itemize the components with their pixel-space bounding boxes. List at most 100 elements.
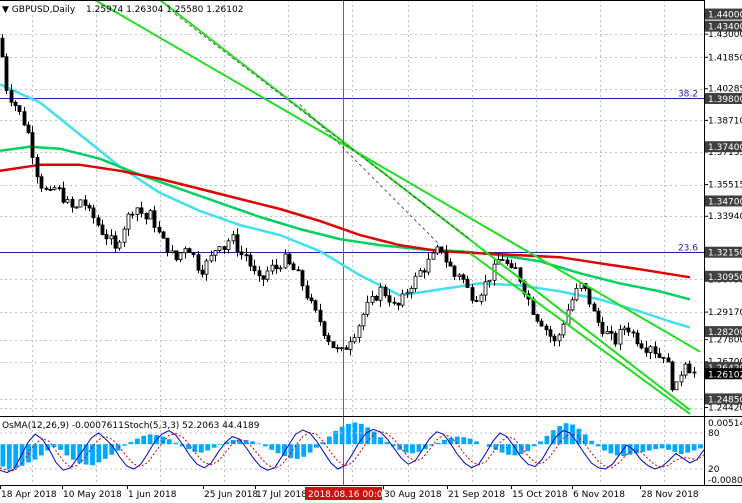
- candle-body: [231, 234, 236, 242]
- candle-body: [487, 279, 492, 283]
- osma-bar: [672, 444, 678, 452]
- osma-bar: [6, 444, 12, 470]
- time-tick-label: 17 Jul 2018: [256, 490, 307, 500]
- gbpusd-daily-chart[interactable]: 38.223.6 1.430001.418501.402851.387101.3…: [0, 0, 742, 503]
- osma-bar: [314, 444, 319, 448]
- candle-body: [605, 330, 610, 335]
- osma-bar: [678, 444, 684, 454]
- osma-bar: [410, 444, 415, 454]
- candle-body: [4, 56, 9, 91]
- candle-body: [122, 228, 127, 243]
- osma-bar: [166, 439, 172, 445]
- ohlc-readout: 1.25974 1.26304 1.25580 1.26102: [86, 5, 243, 15]
- candle-body: [644, 347, 649, 353]
- candle-body: [161, 231, 166, 239]
- candle-body: [370, 296, 375, 303]
- candle-body: [183, 248, 188, 254]
- osma-bar: [346, 423, 351, 445]
- candle-body: [157, 226, 162, 233]
- candle-body: [505, 259, 510, 265]
- candle-body: [679, 374, 684, 383]
- candle-body: [78, 199, 83, 208]
- candle-body: [257, 270, 262, 277]
- osma-bar: [77, 444, 83, 464]
- candle-body: [461, 274, 466, 280]
- osma-bar: [653, 444, 659, 450]
- osma-bar: [454, 436, 460, 445]
- osma-bar: [442, 440, 447, 445]
- price-level-text: 1.32150: [708, 249, 742, 259]
- osma-bar: [51, 444, 57, 447]
- candle: [161, 230, 166, 239]
- fib-level-label-1: 23.6: [678, 244, 698, 254]
- osma-bar: [563, 423, 569, 445]
- osma-readout: OsMA(12,26,9) -0.0007611: [2, 421, 124, 431]
- candle-body: [187, 248, 192, 253]
- osma-bar: [122, 444, 127, 446]
- stoch-axis-80: 80: [708, 429, 720, 439]
- candle-body: [666, 357, 671, 363]
- candle-body: [30, 132, 35, 158]
- candle-body: [261, 275, 266, 280]
- price-level-text: 1.37400: [708, 143, 742, 153]
- candle: [670, 360, 675, 392]
- candle-body: [552, 335, 557, 342]
- time-tick-label: 30 Aug 2018: [384, 490, 442, 500]
- candle-body: [117, 241, 122, 249]
- candle-body: [392, 301, 397, 304]
- osma-bar: [698, 444, 703, 449]
- candle-body: [235, 234, 240, 253]
- candle-body: [287, 253, 292, 265]
- candle: [287, 252, 292, 266]
- candle-body: [213, 250, 218, 256]
- candle-body: [383, 286, 388, 297]
- candle-body: [413, 275, 418, 289]
- osma-bar: [467, 438, 473, 445]
- osma-bar: [659, 444, 665, 449]
- candle-body: [104, 234, 109, 240]
- chart-window[interactable]: 38.2 23.6 1.43000 1.41850 1.40285 1.38710 1.3…: [0, 0, 742, 503]
- candle-body: [283, 253, 288, 269]
- candle-body: [365, 301, 370, 315]
- osma-bar: [614, 444, 620, 456]
- candle-body: [100, 224, 105, 235]
- candle-body: [57, 187, 62, 190]
- candle-body: [548, 329, 553, 337]
- osma-bar: [0, 444, 6, 467]
- price-level-text: 1.30950: [708, 273, 742, 283]
- osma-bar: [301, 444, 307, 457]
- osma-bar: [307, 444, 313, 453]
- stoch-readout: Stoch(5,3,3) 52.2063 44.4189: [124, 421, 260, 431]
- time-tick-label: 10 May 2018: [63, 490, 122, 500]
- candle-body: [657, 353, 662, 358]
- price-level-text: 1.24850: [708, 395, 742, 405]
- price-tick-label: 1.33940: [708, 212, 742, 222]
- osma-bar: [448, 437, 454, 445]
- candle-body: [574, 287, 579, 301]
- candle-body: [152, 210, 157, 228]
- osma-bar: [640, 444, 646, 452]
- candle-body: [439, 246, 444, 253]
- osma-axis-bottom: -0.00803: [708, 476, 742, 486]
- candle-body: [483, 281, 488, 296]
- candle-body: [396, 302, 401, 306]
- osma-bar: [474, 441, 479, 445]
- candle-body: [448, 261, 453, 267]
- candle-body: [22, 111, 27, 126]
- candle-body: [91, 207, 96, 219]
- osma-bar: [211, 444, 217, 448]
- candle-body: [48, 189, 53, 191]
- candle-body: [600, 321, 605, 335]
- candle-body: [44, 187, 49, 190]
- candle-body: [435, 246, 440, 254]
- candle-body: [291, 263, 296, 271]
- candle-body: [335, 347, 340, 350]
- candle-body: [661, 357, 666, 359]
- candle-body: [670, 361, 675, 391]
- osma-bar: [435, 442, 441, 445]
- candle-body: [596, 310, 601, 323]
- osma-bar: [141, 435, 147, 445]
- candle-body: [52, 187, 57, 190]
- candle-body: [570, 299, 575, 311]
- time-tick-label: 1 Jun 2018: [128, 490, 177, 500]
